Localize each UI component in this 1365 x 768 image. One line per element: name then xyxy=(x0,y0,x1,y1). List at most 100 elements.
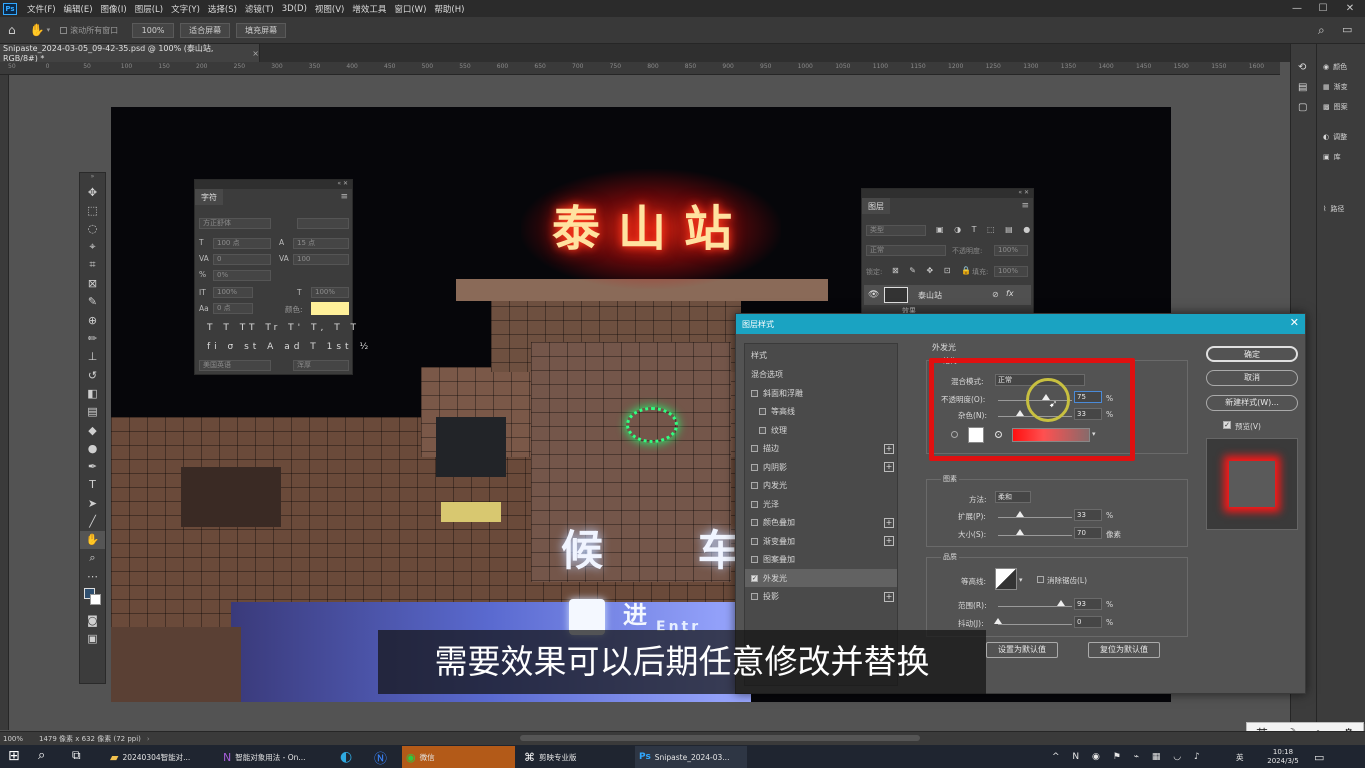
add-style-icon[interactable]: + xyxy=(884,462,894,472)
zoom-field[interactable]: 100% xyxy=(132,22,175,38)
cancel-button[interactable]: 取消 xyxy=(1206,370,1298,386)
scroll-all-checkbox[interactable] xyxy=(60,26,68,34)
gradient-tool-icon[interactable]: ▤ xyxy=(80,403,105,421)
horizontal-scale-field[interactable]: 100% xyxy=(311,287,349,298)
style-item[interactable]: 图案叠加 xyxy=(745,551,897,569)
style-checkbox[interactable] xyxy=(751,445,758,452)
styles-header[interactable]: 样式 xyxy=(745,346,897,364)
range-slider-thumb[interactable] xyxy=(1057,600,1065,606)
text-style-buttons[interactable]: T T TT Tr T' T, T T xyxy=(207,323,360,333)
brush-tool-icon[interactable]: ✏ xyxy=(80,329,105,347)
status-zoom[interactable]: 100% xyxy=(3,735,23,743)
add-style-icon[interactable]: + xyxy=(884,591,894,602)
windows-start-icon[interactable]: ⊞ xyxy=(8,748,20,764)
vertical-scale-field[interactable]: 100% xyxy=(213,287,253,298)
jitter-slider[interactable] xyxy=(998,624,1072,625)
set-default-button[interactable]: 设置为默认值 xyxy=(986,642,1058,658)
line-tool-icon[interactable]: ╱ xyxy=(80,512,105,530)
fx-badge[interactable]: fx xyxy=(1006,289,1014,298)
chevron-right-icon[interactable]: › xyxy=(147,735,150,743)
range-slider[interactable] xyxy=(998,606,1072,607)
panel-collapse-icon[interactable]: « ✕ xyxy=(862,189,1033,198)
fill-field[interactable]: 100% xyxy=(994,266,1028,277)
style-checkbox[interactable] xyxy=(759,408,766,415)
language-select[interactable]: 美国英语 xyxy=(199,360,271,371)
more-tools-icon[interactable]: ⋯ xyxy=(80,567,105,585)
taskbar-photoshop[interactable]: Ps Snipaste_2024-03... xyxy=(635,746,747,768)
style-item[interactable]: ✓ 外发光 xyxy=(745,569,897,587)
background-color[interactable] xyxy=(90,593,101,605)
comments-icon[interactable]: ▢ xyxy=(1298,102,1307,113)
collapse-icon[interactable]: » xyxy=(80,173,105,183)
layer-filter-select[interactable]: 类型 xyxy=(866,225,926,236)
quick-select-icon[interactable]: ⌖ xyxy=(80,238,105,256)
panel-collapse-icon[interactable]: « ✕ xyxy=(195,180,352,189)
antialias-select[interactable]: 浑厚 xyxy=(293,360,349,371)
taskbar-edge[interactable]: ◐ xyxy=(336,746,362,768)
menu-edit[interactable]: 编辑(E) xyxy=(60,3,97,15)
style-checkbox[interactable] xyxy=(751,463,758,471)
style-item[interactable]: 纹理 xyxy=(745,421,897,439)
blur-tool-icon[interactable]: ◆ xyxy=(80,421,105,439)
tsume-field[interactable]: 0% xyxy=(213,270,271,281)
home-icon[interactable]: ⌂ xyxy=(8,23,16,37)
panel-menu-icon[interactable]: ≡ xyxy=(340,192,348,202)
notification-icon[interactable]: ▭ xyxy=(1310,746,1330,768)
menu-view[interactable]: 视图(V) xyxy=(311,3,348,15)
style-checkbox[interactable] xyxy=(751,537,758,545)
stamp-tool-icon[interactable]: ⊥ xyxy=(80,348,105,366)
dialog-close-icon[interactable]: ✕ xyxy=(1290,316,1299,329)
range-field[interactable]: 93 xyxy=(1074,598,1102,610)
menu-layer[interactable]: 图层(L) xyxy=(131,3,167,15)
frame-tool-icon[interactable]: ⊠ xyxy=(80,274,105,292)
style-checkbox[interactable] xyxy=(751,482,758,489)
menu-3d[interactable]: 3D(D) xyxy=(278,4,311,14)
style-checkbox[interactable] xyxy=(751,389,758,397)
blend-options-item[interactable]: 混合选项 xyxy=(745,365,897,383)
spread-slider[interactable] xyxy=(998,517,1072,518)
maximize-button[interactable]: ☐ xyxy=(1311,0,1335,17)
type-tool-icon[interactable]: T xyxy=(80,476,105,494)
spread-field[interactable]: 33 xyxy=(1074,509,1102,521)
zoom-tool-icon[interactable]: ⌕ xyxy=(80,549,105,567)
menu-file[interactable]: 文件(F) xyxy=(23,3,60,15)
lasso-tool-icon[interactable]: ◌ xyxy=(80,220,105,238)
crop-tool-icon[interactable]: ⌗ xyxy=(80,256,105,274)
screen-mode-icon[interactable]: ▣ xyxy=(80,630,105,648)
document-tab[interactable]: Snipaste_2024-03-05_09-42-35.psd @ 100% … xyxy=(0,44,260,63)
workspace-icon[interactable]: ▭ xyxy=(1342,23,1352,36)
dock-color[interactable]: ◉ 颜色 xyxy=(1323,62,1347,72)
menu-select[interactable]: 选择(S) xyxy=(204,3,241,15)
search-icon[interactable]: ⌕ xyxy=(38,748,45,763)
lock-icons[interactable]: ⊠ ✎ ✥ ⊡ 🔒 xyxy=(892,266,975,275)
add-style-icon[interactable]: + xyxy=(884,443,894,454)
horizontal-scrollbar[interactable] xyxy=(520,735,920,741)
style-checkbox[interactable] xyxy=(751,500,758,508)
jitter-slider-thumb[interactable] xyxy=(994,618,1002,624)
hand-tool-icon[interactable]: ✋ xyxy=(30,23,45,37)
text-color-swatch[interactable] xyxy=(311,302,349,315)
menu-type[interactable]: 文字(Y) xyxy=(167,3,204,15)
font-style-select[interactable] xyxy=(297,218,349,229)
layer-row[interactable]: 👁 泰山站 ⊘ fx xyxy=(864,285,1031,305)
quick-mask-icon[interactable]: ◙ xyxy=(80,612,105,630)
task-view-icon[interactable]: ⧉ xyxy=(72,748,81,763)
dock-adjust[interactable]: ◐ 调整 xyxy=(1323,132,1347,142)
new-style-button[interactable]: 新建样式(W)... xyxy=(1206,395,1298,411)
style-item[interactable]: 渐变叠加 + xyxy=(745,532,897,550)
style-checkbox[interactable] xyxy=(759,426,766,434)
history-icon[interactable]: ⟲ xyxy=(1298,62,1306,73)
tray-clock[interactable]: 10:18 2024/3/5 xyxy=(1258,746,1304,768)
style-item[interactable]: 颜色叠加 + xyxy=(745,514,897,532)
tray-lang[interactable]: 英 xyxy=(1232,746,1248,768)
style-item[interactable]: 描边 + xyxy=(745,440,897,458)
hand-tool-icon[interactable]: ✋ xyxy=(80,530,105,549)
style-item[interactable]: 内阴影 + xyxy=(745,458,897,476)
marquee-tool-icon[interactable]: ⬚ xyxy=(80,201,105,219)
reset-default-button[interactable]: 复位为默认值 xyxy=(1088,642,1160,658)
blend-mode-select[interactable]: 正常 xyxy=(866,245,946,256)
character-tab[interactable]: 字符 xyxy=(195,189,223,205)
color-swatches[interactable] xyxy=(80,586,105,612)
baseline-field[interactable]: 0 点 xyxy=(213,303,253,314)
taskbar-app-n[interactable]: Ⓝ xyxy=(370,746,396,768)
